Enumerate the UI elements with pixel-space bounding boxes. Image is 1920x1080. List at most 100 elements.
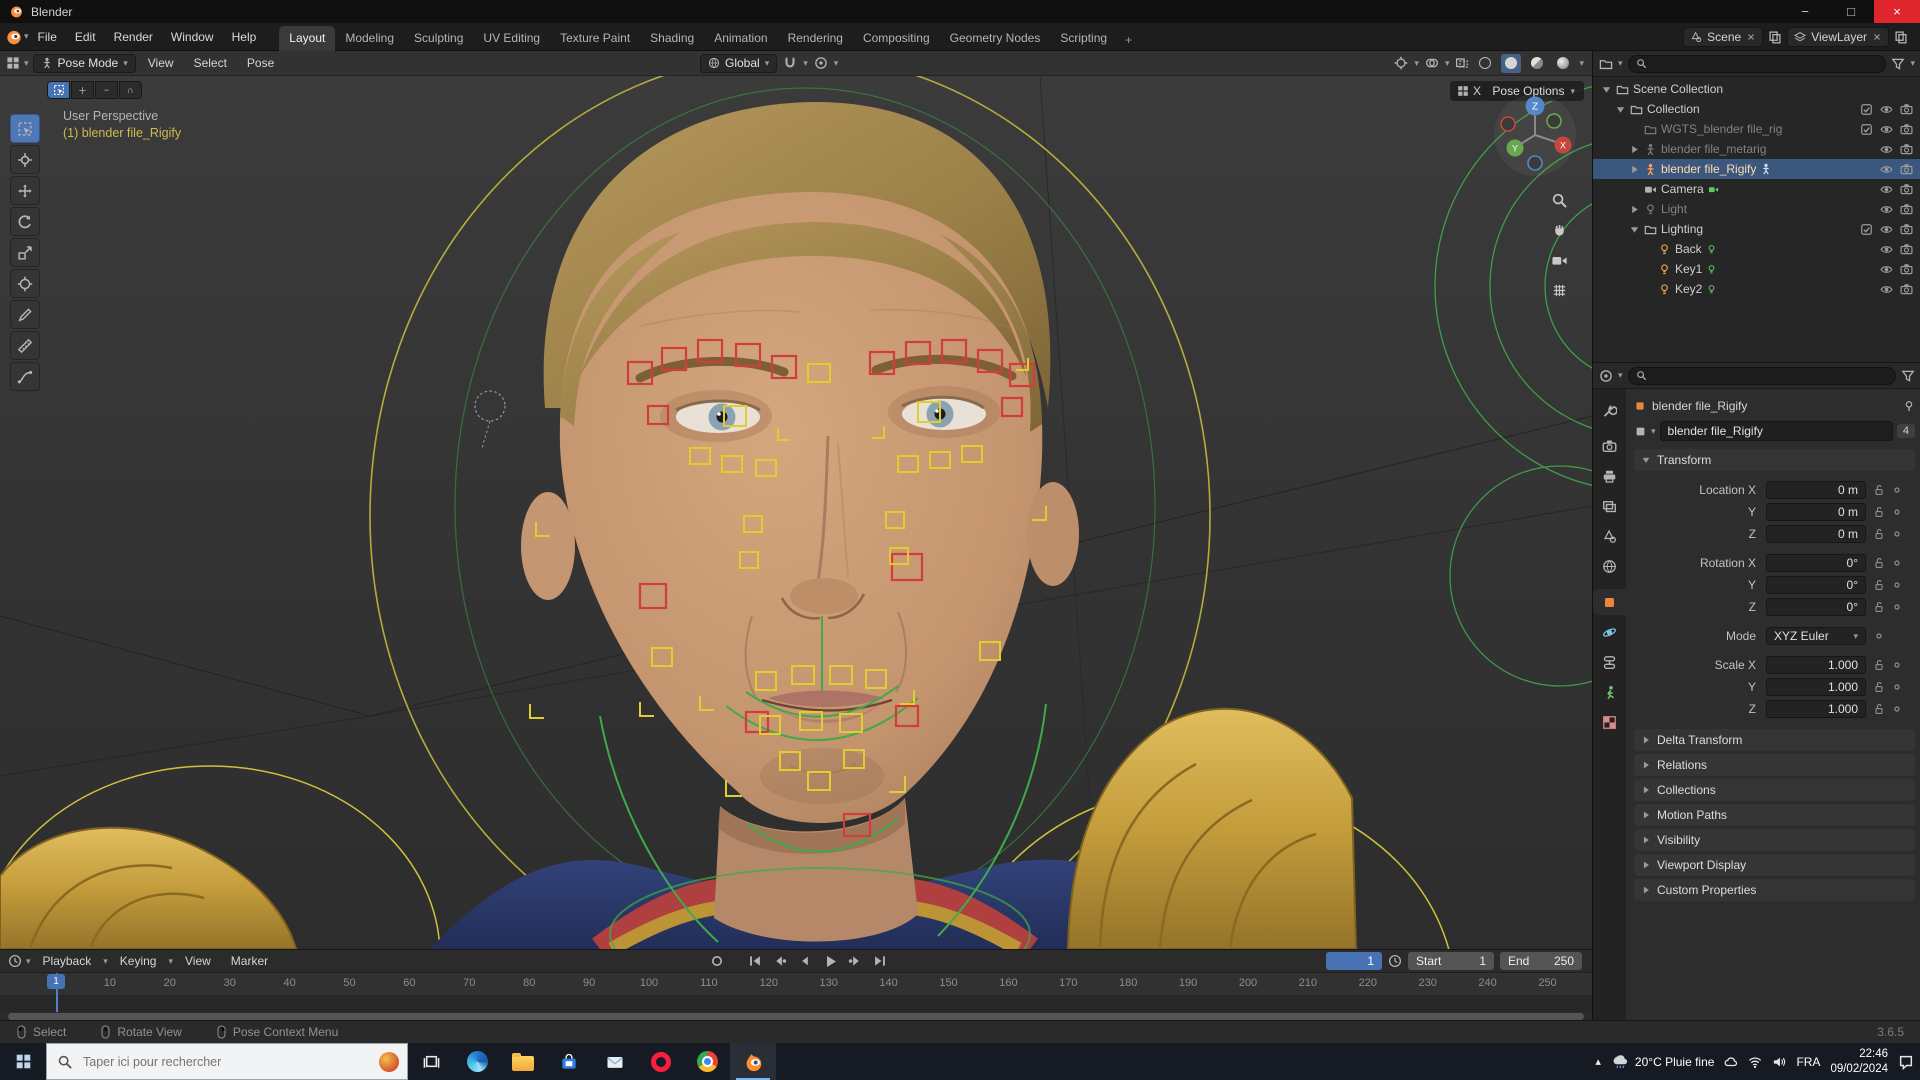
tool-rotate[interactable] [10, 207, 40, 236]
rotation-y-field[interactable]: 0° [1766, 576, 1866, 594]
maximize-button[interactable]: □ [1828, 0, 1874, 23]
workspace-tab-layout[interactable]: Layout [279, 25, 336, 51]
unlink-scene-icon[interactable] [1746, 32, 1756, 42]
notification-center-icon[interactable] [1898, 1054, 1914, 1070]
outliner-row-lighting[interactable]: Lighting [1593, 219, 1920, 239]
section-custom-properties[interactable]: Custom Properties [1634, 879, 1915, 901]
playhead-frame-chip[interactable]: 1 [47, 974, 65, 989]
auto-keying-button[interactable] [706, 952, 728, 970]
remove-view-layer-icon[interactable] [1872, 32, 1882, 42]
workspace-tab-sculpting[interactable]: Sculpting [404, 26, 473, 51]
new-scene-icon[interactable] [1768, 30, 1782, 44]
hide-eye-icon[interactable] [1880, 183, 1893, 196]
viewport-menu-select[interactable]: Select [186, 54, 235, 72]
properties-tab-world[interactable] [1593, 553, 1626, 579]
hidden-icons-chevron[interactable]: ▴ [1595, 1055, 1601, 1068]
tool-select-box[interactable] [10, 114, 40, 143]
timeline-ruler[interactable]: 10 20 30 40 50 60 70 80 90 100 110 120 130 140 150 160 1… [0, 973, 1592, 996]
section-collections[interactable]: Collections [1634, 779, 1915, 801]
workspace-tab-compositing[interactable]: Compositing [853, 26, 940, 51]
hide-eye-icon[interactable] [1880, 143, 1893, 156]
animate-dot-icon[interactable] [1891, 484, 1903, 496]
outliner-row-scene-collection[interactable]: Scene Collection [1593, 79, 1920, 99]
navigation-gizmo[interactable]: Z X Y [1492, 92, 1578, 178]
users-count-badge[interactable]: 4 [1896, 424, 1915, 438]
tool-measure[interactable] [10, 331, 40, 360]
outliner-row-key2[interactable]: Key2 [1593, 279, 1920, 299]
lock-icon[interactable] [1873, 601, 1885, 613]
properties-tab-object[interactable] [1593, 589, 1626, 615]
viewport-menu-view[interactable]: View [140, 54, 182, 72]
lock-icon[interactable] [1873, 703, 1885, 715]
snap-magnet-icon[interactable] [783, 56, 797, 70]
expand-icon[interactable] [1629, 204, 1640, 215]
menu-file[interactable]: File [29, 27, 66, 47]
properties-tab-tool[interactable] [1593, 397, 1626, 423]
start-button[interactable] [0, 1043, 46, 1080]
animate-dot-icon[interactable] [1891, 681, 1903, 693]
hide-eye-icon[interactable] [1880, 163, 1893, 176]
tool-scale[interactable] [10, 238, 40, 267]
expand-icon[interactable] [1629, 224, 1640, 235]
object-name-field[interactable]: blender file_Rigify [1659, 421, 1893, 441]
workspace-tab-geometry-nodes[interactable]: Geometry Nodes [940, 26, 1051, 51]
outliner-editor-icon[interactable] [1599, 57, 1613, 71]
select-mode-new-button[interactable] [47, 81, 70, 99]
zoom-icon[interactable] [1551, 192, 1568, 209]
tool-annotate[interactable] [10, 300, 40, 329]
timeline-menu-playback[interactable]: Playback [35, 952, 100, 970]
shading-material-button[interactable] [1527, 54, 1547, 73]
workspace-tab-rendering[interactable]: Rendering [778, 26, 853, 51]
timeline-menu-view[interactable]: View [177, 952, 219, 970]
properties-search-input[interactable] [1651, 369, 1888, 382]
properties-tab-data[interactable] [1593, 679, 1626, 705]
lock-icon[interactable] [1873, 681, 1885, 693]
taskbar-app-explorer[interactable] [500, 1043, 546, 1080]
lock-icon[interactable] [1873, 579, 1885, 591]
lock-icon[interactable] [1873, 528, 1885, 540]
section-viewport-display[interactable]: Viewport Display [1634, 854, 1915, 876]
blender-menu-icon[interactable] [6, 29, 22, 45]
taskbar-search[interactable] [46, 1043, 408, 1080]
workspace-tab-animation[interactable]: Animation [704, 26, 777, 51]
properties-tab-scene[interactable] [1593, 523, 1626, 549]
properties-tab-texture[interactable] [1593, 709, 1626, 735]
animate-dot-icon[interactable] [1873, 630, 1885, 642]
viewport-menu-pose[interactable]: Pose [239, 54, 282, 72]
shading-rendered-button[interactable] [1553, 54, 1573, 73]
lock-icon[interactable] [1873, 506, 1885, 518]
animate-dot-icon[interactable] [1891, 557, 1903, 569]
workspace-tab-uv-editing[interactable]: UV Editing [473, 26, 550, 51]
taskbar-search-input[interactable] [47, 1054, 407, 1069]
location-y-field[interactable]: 0 m [1766, 503, 1866, 521]
disable-render-icon[interactable] [1900, 183, 1913, 196]
disable-render-icon[interactable] [1900, 163, 1913, 176]
taskbar-app-edge[interactable] [454, 1043, 500, 1080]
outliner-row-camera[interactable]: Camera [1593, 179, 1920, 199]
prev-keyframe-button[interactable] [769, 952, 791, 970]
clock-widget[interactable]: 22:46 09/02/2024 [1830, 1047, 1888, 1076]
disable-render-icon[interactable] [1900, 283, 1913, 296]
expand-icon[interactable] [1601, 84, 1612, 95]
section-visibility[interactable]: Visibility [1634, 829, 1915, 851]
properties-tab-output[interactable] [1593, 463, 1626, 489]
outliner-row-key1[interactable]: Key1 [1593, 259, 1920, 279]
properties-tab-constraints[interactable] [1593, 649, 1626, 675]
timeline-menu-keying[interactable]: Keying [112, 952, 165, 970]
current-frame-field[interactable]: 1 [1326, 952, 1382, 970]
search-highlight-icon[interactable] [379, 1051, 399, 1072]
jump-to-start-button[interactable] [744, 952, 766, 970]
outliner-row-rigify[interactable]: blender file_Rigify [1593, 159, 1920, 179]
shading-wireframe-button[interactable] [1475, 54, 1495, 73]
hide-eye-icon[interactable] [1880, 283, 1893, 296]
rotation-mode-dropdown[interactable]: XYZ Euler ▾ [1766, 627, 1866, 645]
lock-icon[interactable] [1873, 484, 1885, 496]
timeline-editor-icon[interactable] [8, 954, 22, 968]
select-mode-extend-button[interactable]: ＋ [71, 81, 94, 99]
scale-z-field[interactable]: 1.000 [1766, 700, 1866, 718]
outliner-search-input[interactable] [1651, 57, 1879, 70]
filter-icon[interactable] [1901, 369, 1915, 383]
disable-render-icon[interactable] [1900, 123, 1913, 136]
disable-render-icon[interactable] [1900, 143, 1913, 156]
weather-widget[interactable]: 20°C Pluie fine [1611, 1053, 1714, 1071]
